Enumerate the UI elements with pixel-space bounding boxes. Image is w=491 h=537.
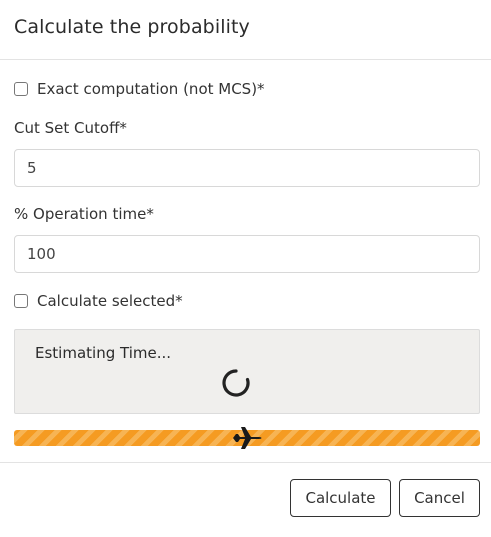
estimating-text: Estimating Time... [35, 344, 172, 362]
calculate-selected-checkbox[interactable] [14, 294, 28, 308]
calculate-selected-row[interactable]: Calculate selected* [14, 292, 183, 310]
calculate-selected-label: Calculate selected* [37, 292, 183, 310]
dialog-header: Calculate the probability [0, 0, 491, 60]
loading-spinner-icon [222, 369, 250, 397]
cut-set-cutoff-label: Cut Set Cutoff* [14, 119, 127, 137]
exact-computation-checkbox[interactable] [14, 82, 28, 96]
operation-time-input[interactable]: 100 [14, 235, 480, 273]
cancel-button[interactable]: Cancel [399, 479, 480, 517]
operation-time-label: % Operation time* [14, 205, 154, 223]
exact-computation-label: Exact computation (not MCS)* [37, 80, 265, 98]
exact-computation-row[interactable]: Exact computation (not MCS)* [14, 80, 265, 98]
calculate-probability-dialog: Calculate the probability Exact computat… [0, 0, 491, 537]
calculate-button[interactable]: Calculate [290, 479, 391, 517]
cut-set-cutoff-input[interactable]: 5 [14, 149, 480, 187]
cut-set-cutoff-value: 5 [27, 159, 37, 177]
estimating-panel: Estimating Time... [14, 329, 480, 414]
footer-divider [0, 462, 491, 463]
dialog-title: Calculate the probability [14, 16, 250, 38]
operation-time-value: 100 [27, 245, 56, 263]
airplane-icon [233, 427, 262, 449]
